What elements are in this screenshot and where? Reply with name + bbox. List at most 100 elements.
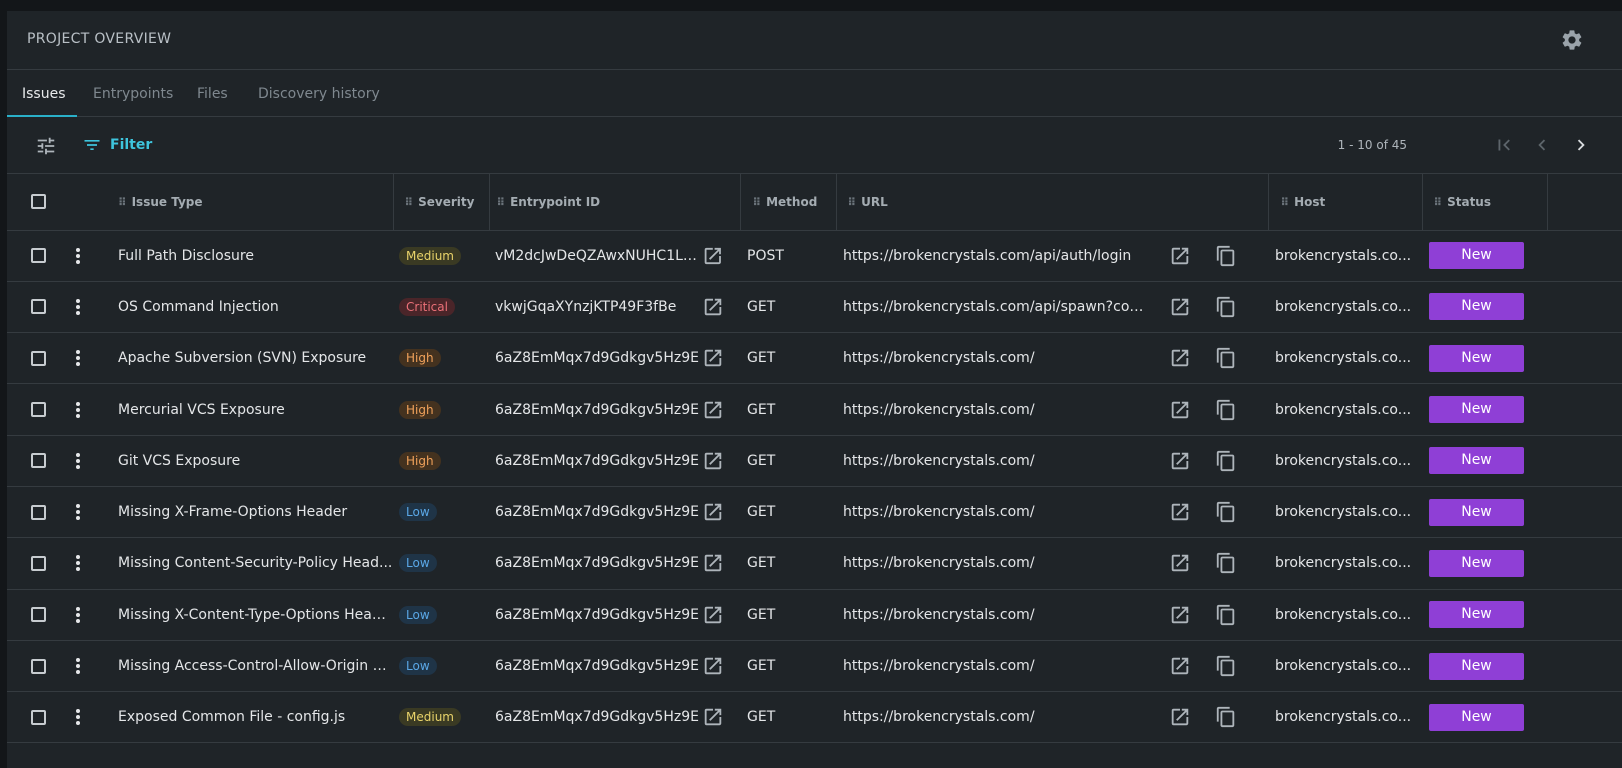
select-all-checkbox[interactable] bbox=[31, 194, 46, 210]
copy-icon[interactable] bbox=[1215, 245, 1237, 267]
status-button[interactable]: New bbox=[1429, 601, 1524, 629]
kebab-menu-icon[interactable] bbox=[76, 502, 80, 522]
copy-icon[interactable] bbox=[1215, 552, 1237, 574]
column-header-url[interactable]: ⠿ URL bbox=[836, 174, 1269, 231]
kebab-menu-icon[interactable] bbox=[76, 553, 80, 573]
kebab-menu-icon[interactable] bbox=[76, 400, 80, 420]
column-header-method[interactable]: ⠿ Method bbox=[740, 174, 837, 231]
open-external-icon[interactable] bbox=[702, 706, 724, 728]
copy-icon[interactable] bbox=[1215, 450, 1237, 472]
open-external-icon[interactable] bbox=[1169, 706, 1191, 728]
copy-icon[interactable] bbox=[1215, 604, 1237, 626]
url-text[interactable]: https://brokencrystals.com/ bbox=[843, 402, 1153, 418]
open-external-icon[interactable] bbox=[702, 399, 724, 421]
first-page-icon[interactable] bbox=[1493, 134, 1515, 156]
copy-icon[interactable] bbox=[1215, 706, 1237, 728]
tab-entrypoints[interactable]: Entrypoints bbox=[93, 86, 173, 102]
url-text[interactable]: https://brokencrystals.com/ bbox=[843, 555, 1153, 571]
status-button[interactable]: New bbox=[1429, 242, 1524, 270]
filter-button[interactable]: Filter bbox=[82, 134, 152, 156]
open-external-icon[interactable] bbox=[702, 552, 724, 574]
column-header-status[interactable]: ⠿ Status bbox=[1422, 174, 1548, 231]
issue-type-cell[interactable]: Apache Subversion (SVN) Exposure bbox=[110, 332, 393, 385]
open-external-icon[interactable] bbox=[1169, 604, 1191, 626]
tab-files[interactable]: Files bbox=[197, 86, 228, 102]
issue-type-cell[interactable]: Git VCS Exposure bbox=[110, 435, 393, 487]
row-checkbox[interactable] bbox=[31, 504, 46, 520]
url-text[interactable]: https://brokencrystals.com/ bbox=[843, 453, 1153, 469]
status-button[interactable]: New bbox=[1429, 447, 1524, 475]
open-external-icon[interactable] bbox=[1169, 399, 1191, 421]
kebab-menu-icon[interactable] bbox=[76, 297, 80, 317]
issue-type-cell[interactable]: Exposed Common File - config.js bbox=[110, 691, 393, 744]
open-external-icon[interactable] bbox=[1169, 552, 1191, 574]
open-external-icon[interactable] bbox=[702, 501, 724, 523]
drag-handle-icon[interactable]: ⠿ bbox=[753, 196, 762, 209]
row-checkbox[interactable] bbox=[31, 709, 46, 725]
status-button[interactable]: New bbox=[1429, 703, 1524, 731]
row-checkbox[interactable] bbox=[31, 658, 46, 674]
url-text[interactable]: https://brokencrystals.com/ bbox=[843, 709, 1153, 725]
status-button[interactable]: New bbox=[1429, 344, 1524, 372]
issue-type-cell[interactable]: Mercurial VCS Exposure bbox=[110, 383, 393, 436]
url-text[interactable]: https://brokencrystals.com/ bbox=[843, 607, 1153, 623]
open-external-icon[interactable] bbox=[702, 347, 724, 369]
row-checkbox[interactable] bbox=[31, 299, 46, 315]
open-external-icon[interactable] bbox=[702, 296, 724, 318]
url-text[interactable]: https://brokencrystals.com/api/spawn?com… bbox=[843, 299, 1153, 315]
chevron-right-icon[interactable] bbox=[1570, 134, 1592, 156]
row-checkbox[interactable] bbox=[31, 607, 46, 623]
tab-discovery-history[interactable]: Discovery history bbox=[258, 86, 380, 102]
open-external-icon[interactable] bbox=[1169, 450, 1191, 472]
status-button[interactable]: New bbox=[1429, 498, 1524, 526]
open-external-icon[interactable] bbox=[1169, 245, 1191, 267]
drag-handle-icon[interactable]: ⠿ bbox=[848, 196, 857, 209]
kebab-menu-icon[interactable] bbox=[76, 707, 80, 727]
issue-type-cell[interactable]: Missing X-Content-Type-Options Head... bbox=[110, 589, 393, 641]
tab-issues[interactable]: Issues bbox=[22, 86, 66, 102]
column-header-severity[interactable]: ⠿ Severity bbox=[393, 174, 490, 231]
issue-type-cell[interactable]: Missing Access-Control-Allow-Origin H... bbox=[110, 640, 393, 693]
column-header-issue-type[interactable]: ⠿ Issue Type bbox=[110, 174, 394, 231]
kebab-menu-icon[interactable] bbox=[76, 246, 80, 266]
issue-type-cell[interactable]: Missing X-Frame-Options Header bbox=[110, 486, 393, 539]
copy-icon[interactable] bbox=[1215, 296, 1237, 318]
issue-type-cell[interactable]: OS Command Injection bbox=[110, 281, 393, 334]
open-external-icon[interactable] bbox=[702, 450, 724, 472]
url-text[interactable]: https://brokencrystals.com/api/auth/logi… bbox=[843, 248, 1153, 264]
copy-icon[interactable] bbox=[1215, 347, 1237, 369]
status-button[interactable]: New bbox=[1429, 549, 1524, 577]
open-external-icon[interactable] bbox=[1169, 347, 1191, 369]
drag-handle-icon[interactable]: ⠿ bbox=[497, 196, 506, 209]
status-button[interactable]: New bbox=[1429, 396, 1524, 424]
row-checkbox[interactable] bbox=[31, 402, 46, 418]
sliders-icon[interactable] bbox=[35, 135, 57, 157]
row-checkbox[interactable] bbox=[31, 555, 46, 571]
drag-handle-icon[interactable]: ⠿ bbox=[1281, 196, 1290, 209]
row-checkbox[interactable] bbox=[31, 248, 46, 264]
kebab-menu-icon[interactable] bbox=[76, 656, 80, 676]
open-external-icon[interactable] bbox=[1169, 296, 1191, 318]
kebab-menu-icon[interactable] bbox=[76, 348, 80, 368]
status-button[interactable]: New bbox=[1429, 652, 1524, 680]
open-external-icon[interactable] bbox=[1169, 655, 1191, 677]
status-button[interactable]: New bbox=[1429, 293, 1524, 321]
issue-type-cell[interactable]: Full Path Disclosure bbox=[110, 230, 393, 282]
issue-type-cell[interactable]: Missing Content-Security-Policy Head... bbox=[110, 537, 393, 590]
url-text[interactable]: https://brokencrystals.com/ bbox=[843, 504, 1153, 520]
column-header-entrypoint-id[interactable]: ⠿ Entrypoint ID bbox=[489, 174, 741, 231]
copy-icon[interactable] bbox=[1215, 655, 1237, 677]
row-checkbox[interactable] bbox=[31, 350, 46, 366]
drag-handle-icon[interactable]: ⠿ bbox=[405, 196, 414, 209]
column-header-host[interactable]: ⠿ Host bbox=[1268, 174, 1423, 231]
kebab-menu-icon[interactable] bbox=[76, 451, 80, 471]
kebab-menu-icon[interactable] bbox=[76, 605, 80, 625]
chevron-left-icon[interactable] bbox=[1531, 134, 1553, 156]
open-external-icon[interactable] bbox=[702, 604, 724, 626]
url-text[interactable]: https://brokencrystals.com/ bbox=[843, 350, 1153, 366]
url-text[interactable]: https://brokencrystals.com/ bbox=[843, 658, 1153, 674]
drag-handle-icon[interactable]: ⠿ bbox=[1434, 196, 1443, 209]
drag-handle-icon[interactable]: ⠿ bbox=[118, 196, 127, 209]
gear-icon[interactable] bbox=[1560, 28, 1584, 52]
row-checkbox[interactable] bbox=[31, 453, 46, 469]
